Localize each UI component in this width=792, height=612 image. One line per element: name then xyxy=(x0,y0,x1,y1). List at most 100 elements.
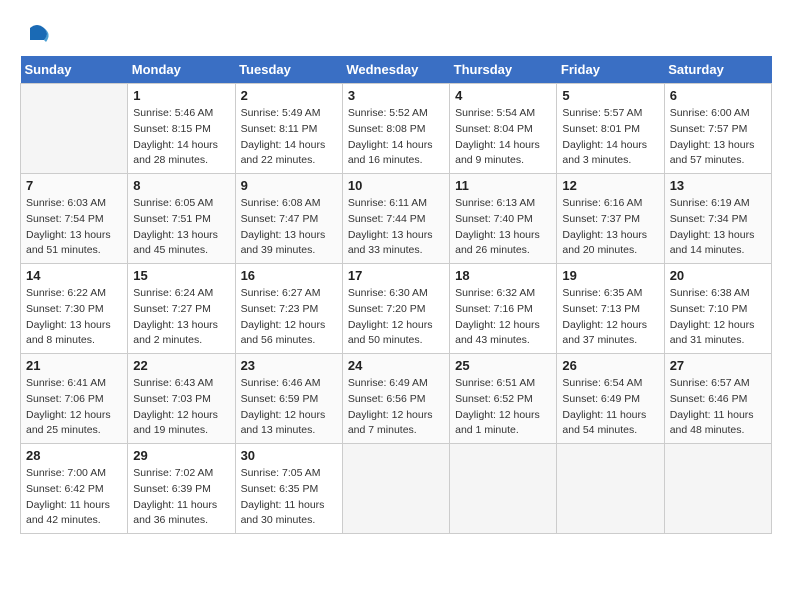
day-number: 29 xyxy=(133,448,229,463)
day-info: Sunrise: 7:02 AMSunset: 6:39 PMDaylight:… xyxy=(133,466,229,529)
day-cell: 7 Sunrise: 6:03 AMSunset: 7:54 PMDaylight… xyxy=(21,174,128,264)
day-cell xyxy=(21,84,128,174)
week-row-0: 1 Sunrise: 5:46 AMSunset: 8:15 PMDaylight… xyxy=(21,84,772,174)
day-number: 7 xyxy=(26,178,122,193)
day-info: Sunrise: 6:51 AMSunset: 6:52 PMDaylight:… xyxy=(455,376,551,439)
day-info: Sunrise: 6:13 AMSunset: 7:40 PMDaylight:… xyxy=(455,196,551,259)
header-cell-sunday: Sunday xyxy=(21,56,128,84)
day-info: Sunrise: 7:05 AMSunset: 6:35 PMDaylight:… xyxy=(241,466,337,529)
day-number: 4 xyxy=(455,88,551,103)
day-number: 14 xyxy=(26,268,122,283)
day-info: Sunrise: 6:08 AMSunset: 7:47 PMDaylight:… xyxy=(241,196,337,259)
calendar-body: 1 Sunrise: 5:46 AMSunset: 8:15 PMDaylight… xyxy=(21,84,772,534)
logo-icon xyxy=(22,20,52,50)
day-info: Sunrise: 5:46 AMSunset: 8:15 PMDaylight:… xyxy=(133,106,229,169)
day-info: Sunrise: 6:57 AMSunset: 6:46 PMDaylight:… xyxy=(670,376,766,439)
page-header xyxy=(20,20,772,46)
day-number: 5 xyxy=(562,88,658,103)
day-number: 23 xyxy=(241,358,337,373)
day-cell: 11 Sunrise: 6:13 AMSunset: 7:40 PMDayligh… xyxy=(450,174,557,264)
day-info: Sunrise: 6:16 AMSunset: 7:37 PMDaylight:… xyxy=(562,196,658,259)
header-cell-thursday: Thursday xyxy=(450,56,557,84)
day-cell: 17Sunrise: 6:30 AMSunset: 7:20 PMDayligh… xyxy=(342,264,449,354)
day-cell: 27 Sunrise: 6:57 AMSunset: 6:46 PMDayligh… xyxy=(664,354,771,444)
day-info: Sunrise: 6:11 AMSunset: 7:44 PMDaylight:… xyxy=(348,196,444,259)
day-info: Sunrise: 6:03 AMSunset: 7:54 PMDaylight:… xyxy=(26,196,122,259)
day-number: 2 xyxy=(241,88,337,103)
week-row-4: 28 Sunrise: 7:00 AMSunset: 6:42 PMDayligh… xyxy=(21,444,772,534)
header-cell-monday: Monday xyxy=(128,56,235,84)
day-cell: 1 Sunrise: 5:46 AMSunset: 8:15 PMDaylight… xyxy=(128,84,235,174)
day-number: 18 xyxy=(455,268,551,283)
week-row-1: 7 Sunrise: 6:03 AMSunset: 7:54 PMDaylight… xyxy=(21,174,772,264)
day-cell: 24 Sunrise: 6:49 AMSunset: 6:56 PMDayligh… xyxy=(342,354,449,444)
day-cell xyxy=(664,444,771,534)
header-cell-friday: Friday xyxy=(557,56,664,84)
header-cell-wednesday: Wednesday xyxy=(342,56,449,84)
day-cell: 15 Sunrise: 6:24 AMSunset: 7:27 PMDayligh… xyxy=(128,264,235,354)
day-cell: 30 Sunrise: 7:05 AMSunset: 6:35 PMDayligh… xyxy=(235,444,342,534)
day-info: Sunrise: 6:00 AMSunset: 7:57 PMDaylight:… xyxy=(670,106,766,169)
day-cell: 21 Sunrise: 6:41 AMSunset: 7:06 PMDayligh… xyxy=(21,354,128,444)
day-number: 19 xyxy=(562,268,658,283)
week-row-3: 21 Sunrise: 6:41 AMSunset: 7:06 PMDayligh… xyxy=(21,354,772,444)
day-number: 8 xyxy=(133,178,229,193)
day-info: Sunrise: 6:32 AMSunset: 7:16 PMDaylight:… xyxy=(455,286,551,349)
day-cell: 26 Sunrise: 6:54 AMSunset: 6:49 PMDayligh… xyxy=(557,354,664,444)
day-cell: 2Sunrise: 5:49 AMSunset: 8:11 PMDaylight… xyxy=(235,84,342,174)
day-info: Sunrise: 6:43 AMSunset: 7:03 PMDaylight:… xyxy=(133,376,229,439)
day-info: Sunrise: 6:38 AMSunset: 7:10 PMDaylight:… xyxy=(670,286,766,349)
day-number: 27 xyxy=(670,358,766,373)
day-number: 15 xyxy=(133,268,229,283)
day-info: Sunrise: 6:41 AMSunset: 7:06 PMDaylight:… xyxy=(26,376,122,439)
calendar-table: SundayMondayTuesdayWednesdayThursdayFrid… xyxy=(20,56,772,534)
day-cell: 12 Sunrise: 6:16 AMSunset: 7:37 PMDayligh… xyxy=(557,174,664,264)
day-info: Sunrise: 6:35 AMSunset: 7:13 PMDaylight:… xyxy=(562,286,658,349)
day-info: Sunrise: 5:52 AMSunset: 8:08 PMDaylight:… xyxy=(348,106,444,169)
day-cell: 8 Sunrise: 6:05 AMSunset: 7:51 PMDaylight… xyxy=(128,174,235,264)
day-cell: 25 Sunrise: 6:51 AMSunset: 6:52 PMDayligh… xyxy=(450,354,557,444)
day-info: Sunrise: 5:54 AMSunset: 8:04 PMDaylight:… xyxy=(455,106,551,169)
day-cell xyxy=(557,444,664,534)
day-info: Sunrise: 7:00 AMSunset: 6:42 PMDaylight:… xyxy=(26,466,122,529)
day-number: 13 xyxy=(670,178,766,193)
day-cell: 20Sunrise: 6:38 AMSunset: 7:10 PMDayligh… xyxy=(664,264,771,354)
day-cell: 22 Sunrise: 6:43 AMSunset: 7:03 PMDayligh… xyxy=(128,354,235,444)
day-info: Sunrise: 6:54 AMSunset: 6:49 PMDaylight:… xyxy=(562,376,658,439)
day-number: 9 xyxy=(241,178,337,193)
day-number: 11 xyxy=(455,178,551,193)
day-number: 12 xyxy=(562,178,658,193)
header-cell-tuesday: Tuesday xyxy=(235,56,342,84)
week-row-2: 14 Sunrise: 6:22 AMSunset: 7:30 PMDayligh… xyxy=(21,264,772,354)
day-number: 3 xyxy=(348,88,444,103)
day-number: 22 xyxy=(133,358,229,373)
day-cell: 13Sunrise: 6:19 AMSunset: 7:34 PMDayligh… xyxy=(664,174,771,264)
day-number: 30 xyxy=(241,448,337,463)
day-number: 28 xyxy=(26,448,122,463)
day-info: Sunrise: 5:57 AMSunset: 8:01 PMDaylight:… xyxy=(562,106,658,169)
day-info: Sunrise: 6:05 AMSunset: 7:51 PMDaylight:… xyxy=(133,196,229,259)
day-cell: 29 Sunrise: 7:02 AMSunset: 6:39 PMDayligh… xyxy=(128,444,235,534)
day-cell: 9 Sunrise: 6:08 AMSunset: 7:47 PMDaylight… xyxy=(235,174,342,264)
day-number: 25 xyxy=(455,358,551,373)
day-info: Sunrise: 6:46 AMSunset: 6:59 PMDaylight:… xyxy=(241,376,337,439)
day-cell xyxy=(450,444,557,534)
day-cell: 4 Sunrise: 5:54 AMSunset: 8:04 PMDaylight… xyxy=(450,84,557,174)
day-cell: 16Sunrise: 6:27 AMSunset: 7:23 PMDayligh… xyxy=(235,264,342,354)
day-info: Sunrise: 6:30 AMSunset: 7:20 PMDaylight:… xyxy=(348,286,444,349)
day-number: 21 xyxy=(26,358,122,373)
day-cell: 10Sunrise: 6:11 AMSunset: 7:44 PMDayligh… xyxy=(342,174,449,264)
day-cell: 18 Sunrise: 6:32 AMSunset: 7:16 PMDayligh… xyxy=(450,264,557,354)
day-info: Sunrise: 6:27 AMSunset: 7:23 PMDaylight:… xyxy=(241,286,337,349)
day-info: Sunrise: 6:22 AMSunset: 7:30 PMDaylight:… xyxy=(26,286,122,349)
day-number: 26 xyxy=(562,358,658,373)
day-cell xyxy=(342,444,449,534)
day-number: 6 xyxy=(670,88,766,103)
day-info: Sunrise: 6:24 AMSunset: 7:27 PMDaylight:… xyxy=(133,286,229,349)
logo xyxy=(20,25,52,46)
day-number: 24 xyxy=(348,358,444,373)
day-number: 1 xyxy=(133,88,229,103)
header-row: SundayMondayTuesdayWednesdayThursdayFrid… xyxy=(21,56,772,84)
day-info: Sunrise: 6:49 AMSunset: 6:56 PMDaylight:… xyxy=(348,376,444,439)
day-cell: 6 Sunrise: 6:00 AMSunset: 7:57 PMDaylight… xyxy=(664,84,771,174)
